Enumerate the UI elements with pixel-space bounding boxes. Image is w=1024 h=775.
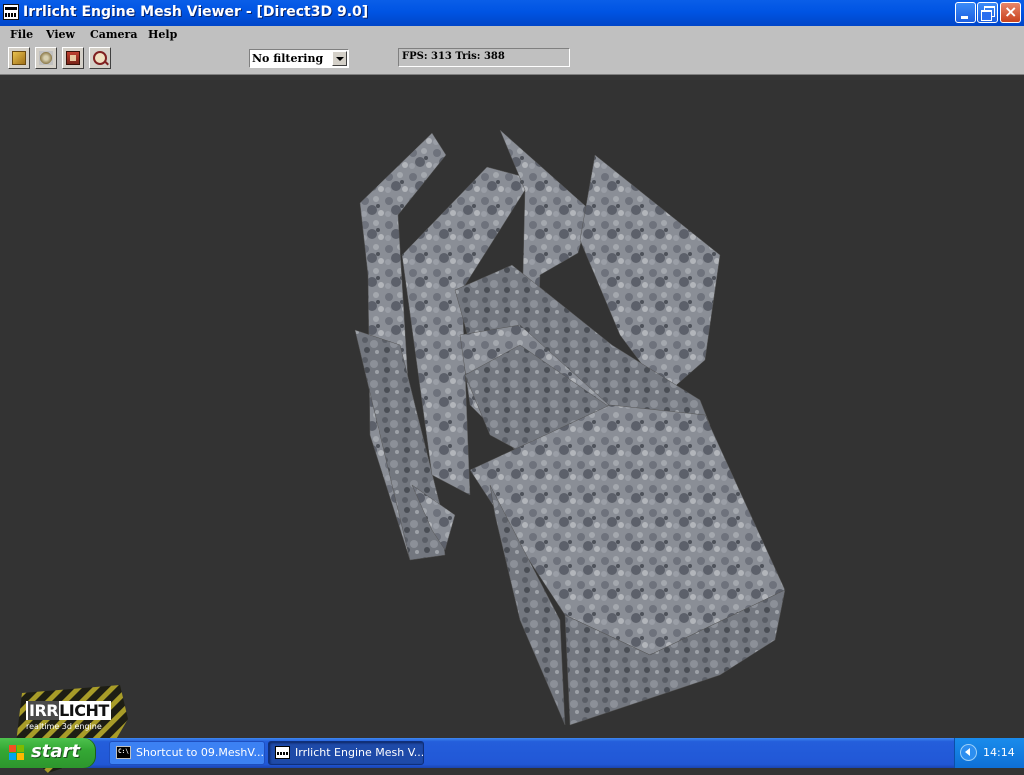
restore-icon-back <box>981 10 992 21</box>
menu-bar: File View Camera Help <box>0 26 1024 44</box>
taskbar-item-cmd-shortcut[interactable]: Shortcut to 09.MeshV... <box>109 741 265 765</box>
open-folder-icon <box>12 51 26 65</box>
model-info-button[interactable] <box>62 47 84 69</box>
clock[interactable]: 14:14 <box>983 746 1015 759</box>
logo-wordmark: IRRLICHT <box>26 701 111 720</box>
settings-wrench-icon <box>39 51 53 65</box>
menu-view[interactable]: View <box>46 28 75 41</box>
fps-status-text: FPS: 313 Tris: 388 <box>402 51 505 62</box>
filtering-select[interactable]: No filtering <box>249 49 349 68</box>
show-hidden-icons-icon[interactable] <box>960 744 977 761</box>
start-button[interactable]: start <box>0 738 96 768</box>
mesh-render <box>354 129 786 726</box>
system-tray: 14:14 <box>954 738 1024 768</box>
window-title: Irrlicht Engine Mesh Viewer - [Direct3D … <box>23 4 369 20</box>
close-button[interactable]: × <box>1000 2 1021 23</box>
settings-button[interactable] <box>35 47 57 69</box>
model-info-icon <box>66 51 80 65</box>
open-file-button[interactable] <box>8 47 30 69</box>
taskbar: start Shortcut to 09.MeshV... Irrlicht E… <box>0 738 1024 768</box>
fps-status-box: FPS: 313 Tris: 388 <box>398 48 570 67</box>
stone-mesh <box>354 129 786 726</box>
filtering-select-value: No filtering <box>252 52 324 65</box>
chevron-down-icon[interactable] <box>332 51 347 66</box>
taskbar-item-label: Irrlicht Engine Mesh V... <box>295 746 424 759</box>
taskbar-item-mesh-viewer[interactable]: Irrlicht Engine Mesh V... <box>268 741 424 765</box>
close-icon: × <box>1004 2 1018 21</box>
zoom-button[interactable] <box>89 47 111 69</box>
zoom-magnifier-icon <box>93 51 107 65</box>
menu-camera[interactable]: Camera <box>90 28 137 41</box>
menu-help[interactable]: Help <box>148 28 177 41</box>
irrlicht-app-icon[interactable] <box>3 4 19 20</box>
windows-flag-icon <box>9 745 25 761</box>
render-viewport[interactable]: IRRLICHT realtime 3d engine <box>0 75 1024 773</box>
minimize-button[interactable] <box>955 2 976 23</box>
restore-button[interactable] <box>977 2 998 23</box>
taskbar-item-label: Shortcut to 09.MeshV... <box>136 746 264 759</box>
minimize-icon <box>961 16 968 19</box>
menu-file[interactable]: File <box>10 28 33 41</box>
irrlicht-app-icon <box>275 746 290 759</box>
title-bar[interactable]: Irrlicht Engine Mesh Viewer - [Direct3D … <box>0 0 1024 26</box>
cmd-icon <box>116 746 131 759</box>
start-label: start <box>31 741 80 762</box>
logo-tagline: realtime 3d engine <box>26 722 102 731</box>
